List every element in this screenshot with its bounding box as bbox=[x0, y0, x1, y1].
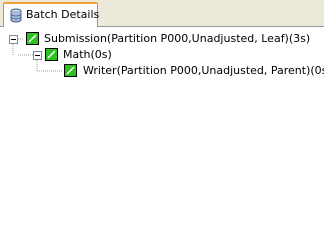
tree-node-label: Math(0s) bbox=[63, 48, 112, 61]
status-check-icon bbox=[26, 32, 39, 45]
collapse-toggle-icon[interactable] bbox=[9, 35, 18, 44]
tree-node-math[interactable]: Math(0s) bbox=[0, 47, 324, 63]
tree-node-writer[interactable]: Writer(Partition P000,Unadjusted, Parent… bbox=[0, 63, 324, 79]
tree-node-label: Submission(Partition P000,Unadjusted, Le… bbox=[44, 32, 311, 45]
tree-node-submission[interactable]: Submission(Partition P000,Unadjusted, Le… bbox=[0, 31, 324, 47]
tree-node-label: Writer(Partition P000,Unadjusted, Parent… bbox=[83, 64, 324, 77]
status-check-icon bbox=[45, 48, 58, 61]
tab-strip: Batch Details bbox=[0, 0, 324, 27]
tab-label: Batch Details bbox=[26, 8, 100, 21]
collapse-toggle-icon[interactable] bbox=[33, 51, 42, 60]
database-icon bbox=[10, 8, 22, 23]
tab-batch-details[interactable]: Batch Details bbox=[3, 2, 100, 27]
status-check-icon bbox=[64, 64, 77, 77]
